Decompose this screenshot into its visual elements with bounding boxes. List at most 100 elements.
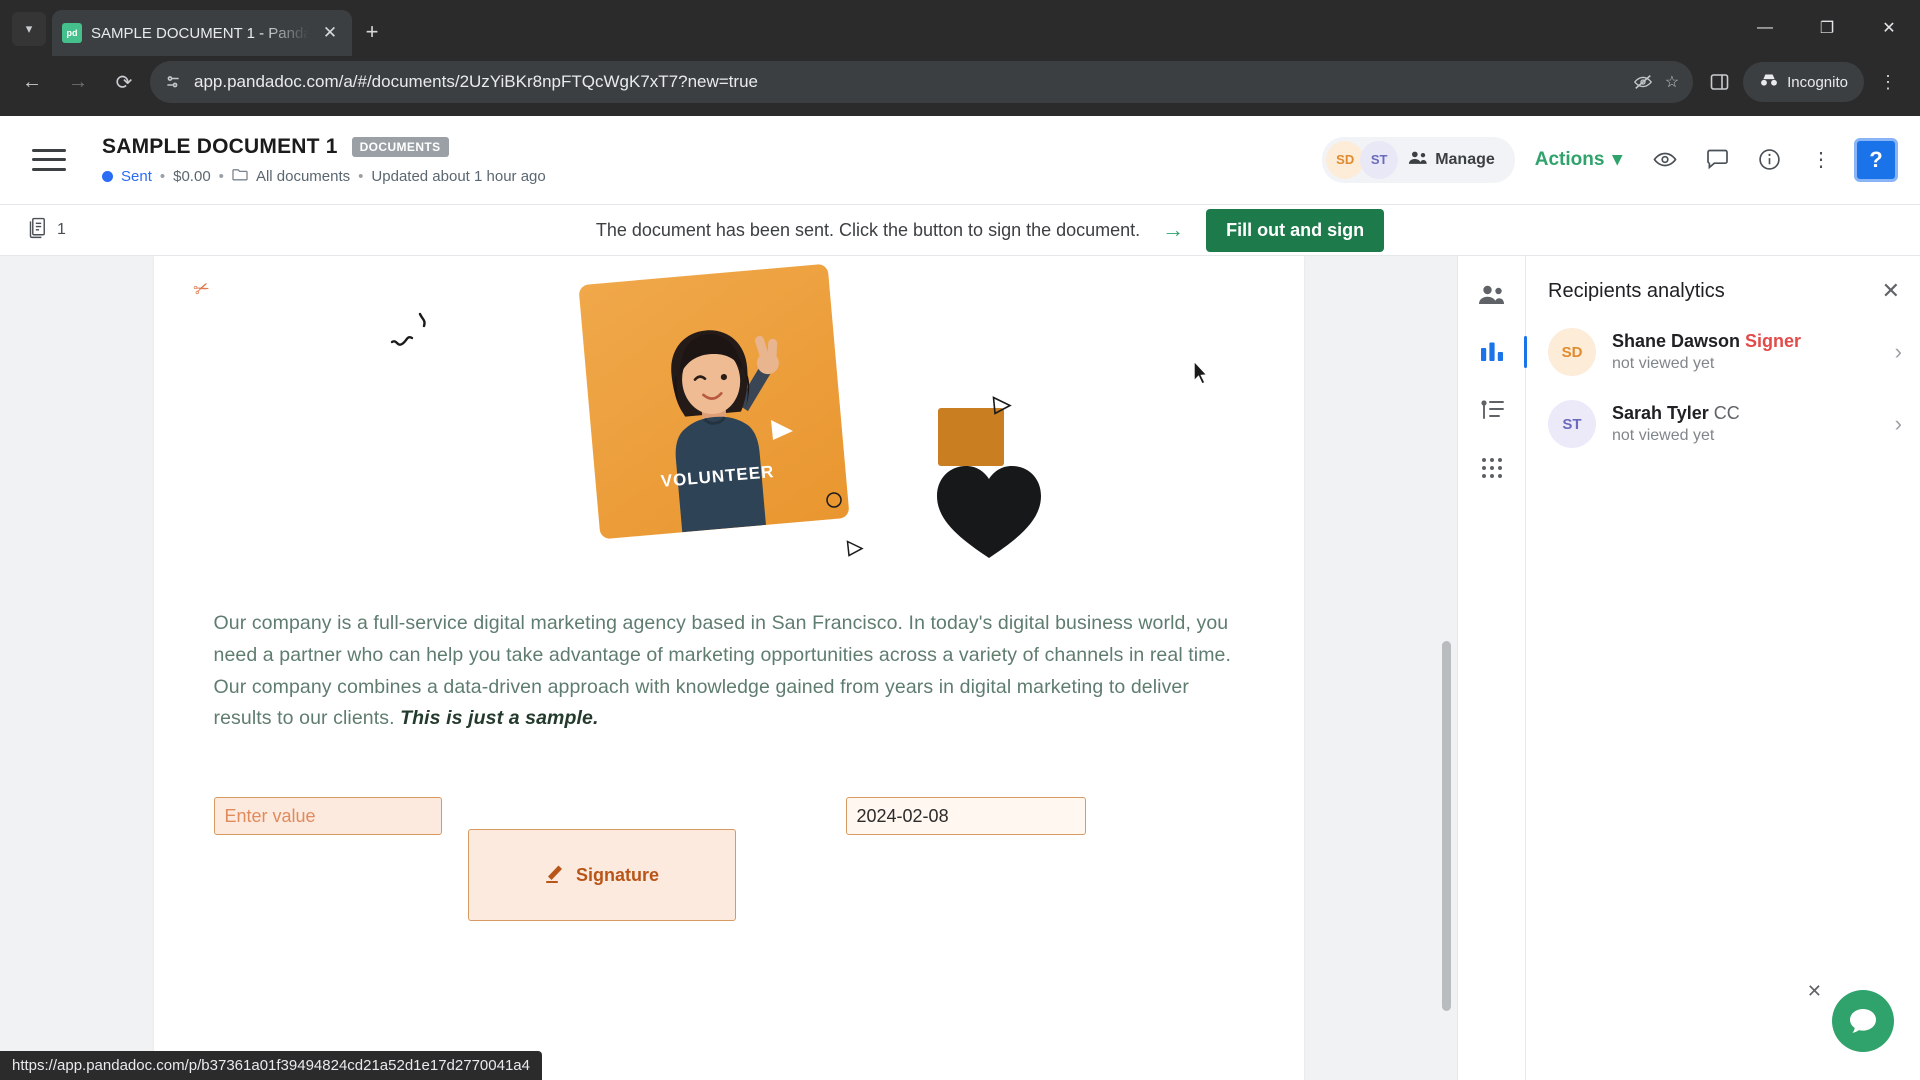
recipient-status: not viewed yet [1612,355,1715,372]
document-header: SAMPLE DOCUMENT 1 DOCUMENTS Sent • $0.00… [0,116,1920,204]
actions-label: Actions [1534,148,1605,170]
recipient-name: Sarah Tyler [1612,403,1709,423]
folder-icon [232,168,248,184]
recipient-info: Sarah Tyler CC not viewed yet [1612,403,1879,445]
banner-center: The document has been sent. Click the bu… [60,208,1920,252]
chevron-down-icon: ▾ [1612,149,1622,170]
document-page: ✂ VOLUNTEER Our company is a full-servic… [153,256,1304,1080]
recipient-role: Signer [1745,331,1802,351]
status-dot-icon [102,170,113,182]
document-viewport: ✂ VOLUNTEER Our company is a full-servic… [0,256,1457,1080]
status-bar-url: https://app.pandadoc.com/p/b37361a01f394… [0,1051,542,1080]
sign-banner: 1 The document has been sent. Click the … [0,204,1920,256]
actions-button[interactable]: Actions ▾ [1521,148,1636,171]
activity-list-icon [1480,400,1504,419]
grid-apps-icon [1481,458,1502,478]
document-scrollbar[interactable] [1442,641,1451,1011]
tab-title: SAMPLE DOCUMENT 1 - Panda [91,24,309,42]
comment-icon[interactable] [1694,137,1740,183]
close-icon[interactable]: ✕ [1882,278,1900,304]
avatar[interactable]: ST [1360,140,1399,179]
list-item[interactable]: SD Shane Dawson Signer not viewed yet › [1526,316,1920,388]
list-item[interactable]: ST Sarah Tyler CC not viewed yet › [1526,388,1920,460]
people-icon [1408,150,1428,170]
pages-icon [28,217,49,244]
date-field[interactable]: 2024-02-08 [845,797,1086,836]
panel-header: Recipients analytics ✕ [1526,260,1920,316]
meta-separator: • [159,167,166,185]
help-question-icon[interactable]: ? [1854,137,1898,182]
document-folder[interactable]: All documents [256,168,350,185]
sidebar-item-activity[interactable] [1466,384,1518,436]
avatar[interactable]: SD [1326,140,1365,179]
paragraph-text: Our company is a full-service digital ma… [213,612,1232,730]
signature-field[interactable]: Signature [467,829,736,922]
chat-bubble-icon[interactable] [1832,990,1894,1052]
document-fields: Enter value Signature 2024-02-08 [213,797,1244,977]
volunteer-photo: VOLUNTEER [577,263,850,540]
info-icon[interactable] [1746,137,1792,183]
incognito-label: Incognito [1787,73,1848,91]
hero-image: VOLUNTEER [154,256,1304,586]
arrow-right-icon: → [1162,217,1185,242]
recipient-name-row: Sarah Tyler CC [1612,403,1879,424]
forward-button[interactable]: → [58,62,98,102]
panel-title: Recipients analytics [1548,279,1725,302]
new-tab-button[interactable]: + [352,12,392,52]
document-paragraph: Our company is a full-service digital ma… [214,608,1244,735]
tab-close-icon[interactable]: ✕ [318,23,342,43]
recipient-info: Shane Dawson Signer not viewed yet [1612,331,1879,373]
document-status: Sent [121,167,152,185]
maximize-button[interactable]: ❐ [1796,0,1858,56]
close-window-button[interactable]: ✕ [1858,0,1920,56]
document-meta: Sent • $0.00 • All documents • Updated a… [102,168,1304,185]
window-controls: — ❐ ✕ [1734,0,1920,56]
browser-tab[interactable]: pd SAMPLE DOCUMENT 1 - Panda ✕ [52,10,352,56]
pandadoc-favicon-icon: pd [62,23,82,43]
sidebar-item-apps[interactable] [1466,442,1518,494]
page-title: SAMPLE DOCUMENT 1 [102,134,338,158]
avatar: SD [1548,328,1596,376]
recipient-avatars[interactable]: SD ST Manage [1322,136,1515,183]
incognito-hat-icon [1759,73,1779,91]
back-button[interactable]: ← [12,62,52,102]
tab-search-icon[interactable]: ▾ [12,12,46,46]
eye-crossed-icon[interactable] [1633,73,1653,91]
document-title-block: SAMPLE DOCUMENT 1 DOCUMENTS Sent • $0.00… [84,135,1304,185]
hamburger-menu-icon[interactable] [32,147,66,173]
text-field[interactable]: Enter value [213,797,442,836]
text-field-placeholder: Enter value [224,805,316,826]
paragraph-emphasis: This is just a sample. [400,707,599,730]
site-settings-icon[interactable] [164,73,182,91]
main-area: ✂ VOLUNTEER Our company is a full-servic… [0,256,1920,1080]
meta-separator: • [218,167,224,185]
chevron-right-icon[interactable]: › [1895,411,1902,437]
preview-eye-icon[interactable] [1642,137,1688,183]
chat-close-icon[interactable]: ✕ [1807,981,1822,1002]
reload-button[interactable]: ⟳ [104,62,144,102]
tab-strip: ▾ pd SAMPLE DOCUMENT 1 - Panda ✕ + — ❐ ✕ [0,0,1920,56]
browser-chrome: ▾ pd SAMPLE DOCUMENT 1 - Panda ✕ + — ❐ ✕… [0,0,1920,116]
recipient-role: CC [1713,403,1740,423]
sidebar-item-analytics[interactable] [1466,326,1527,378]
triangle-outline-icon [992,396,1012,415]
chat-icon [1850,1009,1876,1033]
sidebar-rail [1457,256,1527,1080]
avatar: ST [1548,400,1596,448]
document-updated: Updated about 1 hour ago [371,167,546,185]
bar-chart-icon [1480,342,1503,361]
circle-outline-icon [825,492,842,508]
signature-label: Signature [575,864,659,885]
fill-out-and-sign-button[interactable]: Fill out and sign [1206,208,1385,252]
address-bar[interactable]: app.pandadoc.com/a/#/documents/2UzYiBKr8… [150,61,1694,103]
chevron-right-icon[interactable]: › [1895,339,1902,365]
minimize-button[interactable]: — [1734,0,1796,56]
manage-button[interactable]: Manage [1400,150,1505,170]
incognito-indicator[interactable]: Incognito [1743,62,1864,102]
recipient-name: Shane Dawson [1612,331,1741,351]
three-dot-menu-icon[interactable]: ⋮ [1798,137,1844,183]
three-dot-menu-icon[interactable]: ⋮ [1868,62,1908,102]
side-panel-icon[interactable] [1699,62,1739,102]
sidebar-item-recipients[interactable] [1466,268,1518,320]
star-icon[interactable]: ☆ [1665,72,1679,92]
